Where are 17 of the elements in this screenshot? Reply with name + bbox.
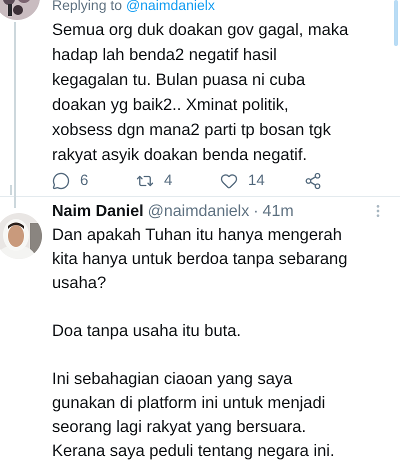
mention-link[interactable]: @naimdanielx (126, 0, 215, 13)
tweet-text: Dan apakah Tuhan itu hanya mengerah kita hanya untuk berdoa tanpa sebarang usaha? (52, 225, 348, 294)
tweet-text: Semua org duk doakan gov gagal, maka hadap lah benda2 negatif hasil kegagalan tu. Bulan puasa ni cuba doakan yg baik2.. Xminat politik, xobsess dgn mana2 parti tp bosan tgk rakyat asyik doakan benda negatif. (52, 20, 350, 166)
heart-icon (220, 172, 238, 190)
replying-to-label: Replying to (52, 0, 122, 13)
separator: · (253, 202, 259, 222)
author-handle: @naimdanielx (148, 202, 250, 222)
tweet-text: Doa tanpa usaha itu buta. (52, 321, 242, 342)
share-icon (304, 172, 322, 190)
retweet-button[interactable]: 4 (136, 170, 220, 192)
reply-button[interactable]: 6 (52, 170, 136, 192)
scrollbar (394, 0, 398, 46)
like-button[interactable]: 14 (220, 170, 304, 192)
author-name[interactable]: Naim Daniel (52, 201, 144, 223)
tweet-time: 41m (262, 202, 294, 222)
speech-bubble-icon (52, 172, 70, 190)
tweet-text: Ini sebahagian ciaoan yang saya gunakan di platform ini untuk menjadi seorang lagi rakyat yang bersuara. Kerana saya peduli tentang negara ini. (52, 369, 336, 462)
